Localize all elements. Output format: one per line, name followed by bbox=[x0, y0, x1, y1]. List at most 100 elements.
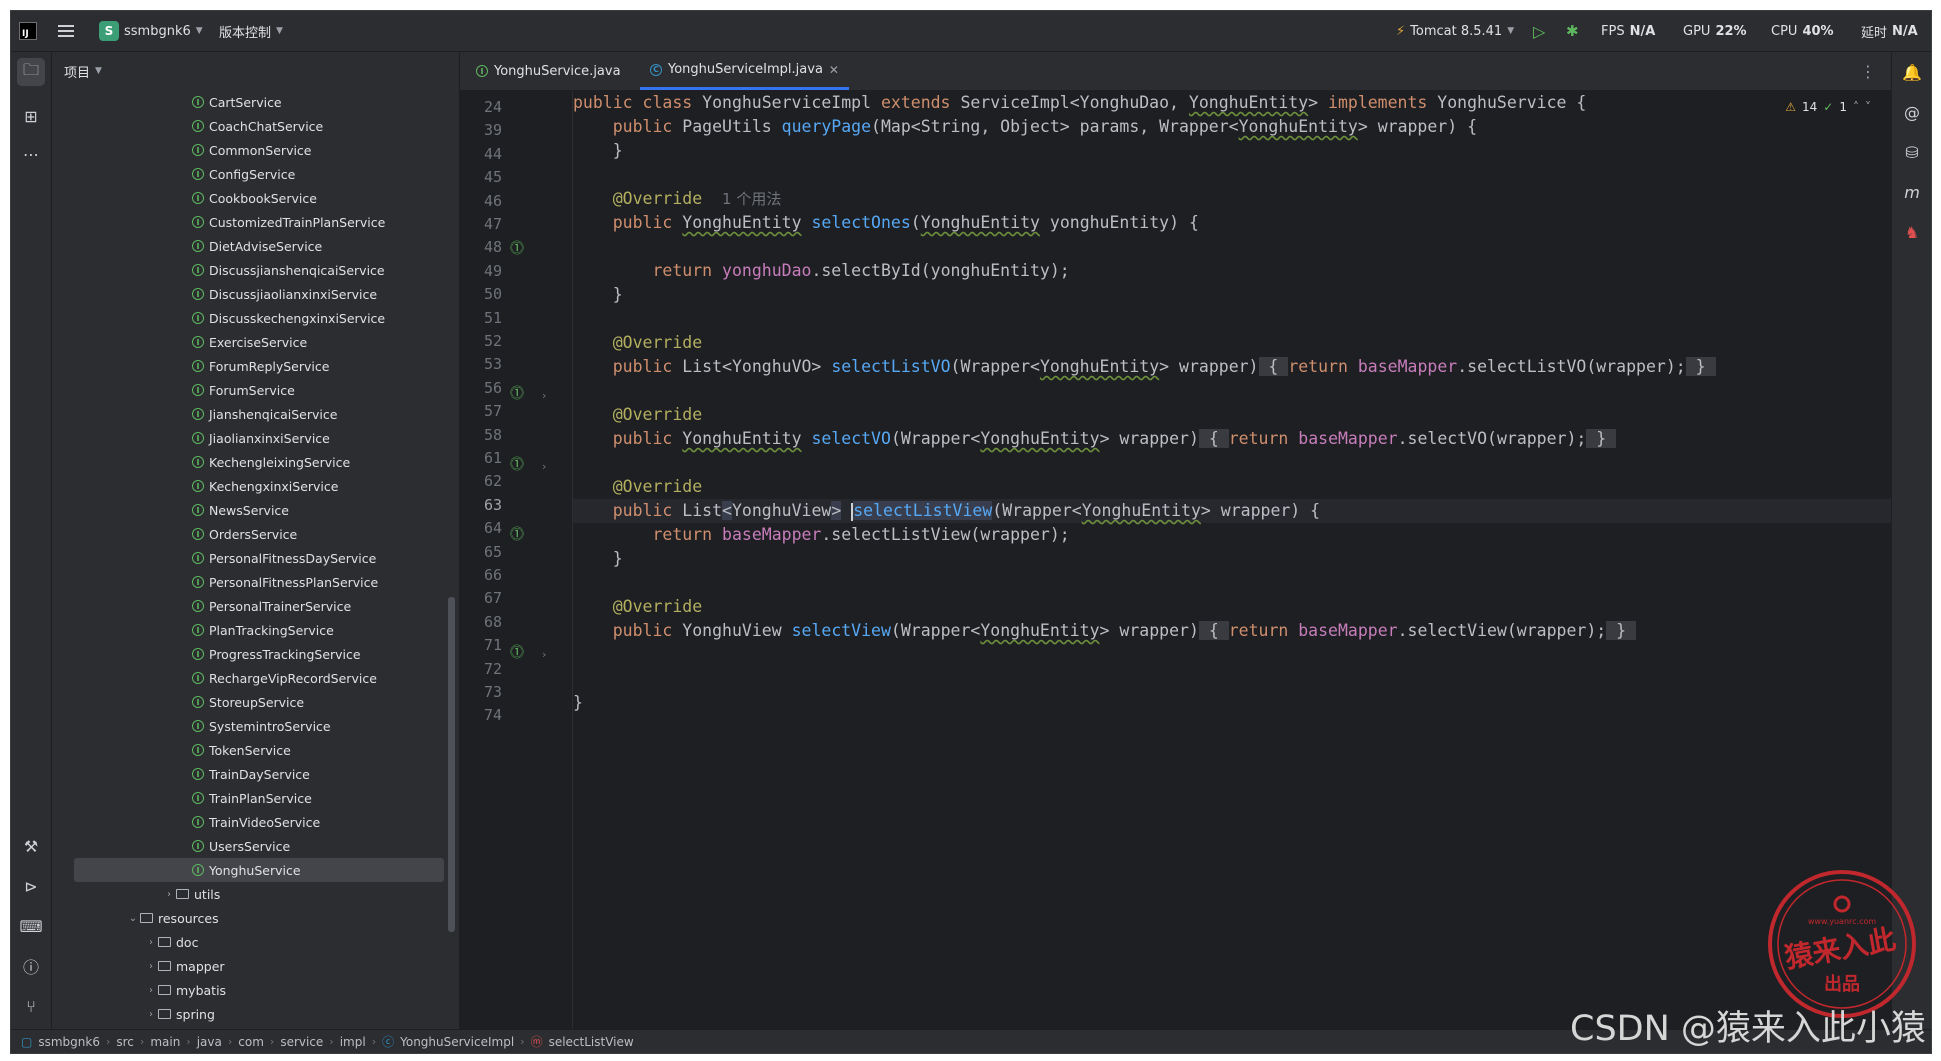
tree-item-service[interactable]: I CommonService bbox=[52, 138, 452, 162]
vcs-menu[interactable]: 版本控制 ▼ bbox=[219, 11, 283, 51]
project-panel-header[interactable]: 项目 ▼ bbox=[52, 52, 459, 90]
implements-marker-icon[interactable]: ⓵ bbox=[510, 527, 526, 543]
tree-folder-utils[interactable]: › utils bbox=[52, 882, 452, 906]
tree-item-service[interactable]: I JianshenqicaiService bbox=[52, 402, 452, 426]
project-switcher[interactable]: S ssmbgnk6 ▼ bbox=[99, 11, 203, 51]
tree-item-service[interactable]: I KechengleixingService bbox=[52, 450, 452, 474]
fold-chevron-icon[interactable]: › bbox=[542, 460, 546, 473]
run-button[interactable]: ▷ bbox=[1533, 11, 1545, 51]
breadcrumb-item[interactable]: main bbox=[150, 1035, 180, 1049]
debug-button[interactable]: ✱ bbox=[1566, 11, 1579, 51]
database-button[interactable]: ⛁ bbox=[1898, 138, 1926, 166]
tree-item-service[interactable]: I UsersService bbox=[52, 834, 452, 858]
line-number: 24 bbox=[483, 98, 502, 116]
breadcrumb-item[interactable]: service bbox=[280, 1035, 323, 1049]
project-scrollbar[interactable] bbox=[448, 597, 455, 932]
tree-item-service[interactable]: I CustomizedTrainPlanService bbox=[52, 210, 452, 234]
tree-item-service[interactable]: I ConfigService bbox=[52, 162, 452, 186]
terminal-tool-button[interactable]: ⌨ bbox=[17, 912, 45, 940]
tree-item-service[interactable]: I DiscusskechengxinxiService bbox=[52, 306, 452, 330]
tree-item-service[interactable]: I JiaolianxinxiService bbox=[52, 426, 452, 450]
fold-chevron-icon[interactable]: › bbox=[542, 389, 546, 402]
code-area[interactable]: public class YonghuServiceImpl extends S… bbox=[573, 91, 1891, 1029]
breadcrumb-item[interactable]: src bbox=[116, 1035, 134, 1049]
tree-folder-mapper[interactable]: › mapper bbox=[52, 954, 452, 978]
bell-icon: 🔔 bbox=[1902, 62, 1922, 82]
tree-item-service[interactable]: I StoreupService bbox=[52, 690, 452, 714]
tree-item-label: DiscussjianshenqicaiService bbox=[209, 262, 385, 278]
breadcrumb-item[interactable]: java bbox=[197, 1035, 222, 1049]
interface-icon: I bbox=[476, 65, 488, 77]
implements-marker-icon[interactable]: ⓵ bbox=[510, 645, 526, 661]
cpu-label: CPU bbox=[1771, 23, 1798, 39]
breadcrumb-item[interactable]: com bbox=[238, 1035, 264, 1049]
problems-tool-button[interactable]: ⓘ bbox=[17, 952, 45, 980]
tree-item-service[interactable]: I ForumReplyService bbox=[52, 354, 452, 378]
maven-button[interactable]: m bbox=[1898, 178, 1926, 206]
tree-item-service[interactable]: I TrainDayService bbox=[52, 762, 452, 786]
git-tool-button[interactable]: ⑂ bbox=[17, 992, 45, 1020]
chevron-down-icon: ▼ bbox=[195, 26, 203, 36]
tree-item-service[interactable]: I ProgressTrackingService bbox=[52, 642, 452, 666]
implements-marker-icon[interactable]: ⓵ bbox=[510, 386, 526, 402]
stamp-sub-text: 出品 bbox=[1824, 973, 1860, 995]
build-tool-button[interactable]: ⚒ bbox=[17, 832, 45, 860]
tab-yonghuserviceimpl[interactable]: C YonghuServiceImpl.java ✕ bbox=[640, 52, 849, 90]
tree-item-service[interactable]: I YonghuService bbox=[74, 858, 444, 882]
project-tool-button[interactable]: 🗀 bbox=[17, 58, 45, 86]
tree-item-service[interactable]: I CookbookService bbox=[52, 186, 452, 210]
tree-item-service[interactable]: I CartService bbox=[52, 90, 452, 114]
interface-icon: I bbox=[192, 288, 204, 300]
fold-chevron-icon[interactable]: › bbox=[542, 648, 546, 661]
run-config-selector[interactable]: ⚡ Tomcat 8.5.41 ▼ bbox=[1396, 11, 1514, 51]
tree-item-service[interactable]: I PersonalTrainerService bbox=[52, 594, 452, 618]
main-menu-button[interactable] bbox=[58, 11, 74, 51]
tree-item-service[interactable]: I CoachChatService bbox=[52, 114, 452, 138]
tree-item-service[interactable]: I NewsService bbox=[52, 498, 452, 522]
tree-item-service[interactable]: I SystemintroService bbox=[52, 714, 452, 738]
code-line: @Override bbox=[612, 477, 703, 496]
structure-tool-button[interactable]: ⊞ bbox=[17, 102, 45, 130]
breadcrumb-item[interactable]: selectListView bbox=[549, 1035, 634, 1049]
code-line: } bbox=[573, 285, 623, 304]
services-tool-button[interactable]: ⊳ bbox=[17, 872, 45, 900]
tree-item-service[interactable]: I TrainPlanService bbox=[52, 786, 452, 810]
tree-item-service[interactable]: I OrdersService bbox=[52, 522, 452, 546]
left-tool-strip: 🗀 ⊞ ⋯ ⚒ ⊳ ⌨ ⓘ ⑂ bbox=[11, 52, 52, 1029]
tree-item-service[interactable]: I PlanTrackingService bbox=[52, 618, 452, 642]
ai-assistant-button[interactable]: @ bbox=[1898, 98, 1926, 126]
tree-folder-doc[interactable]: › doc bbox=[52, 930, 452, 954]
tree-item-service[interactable]: I RechargeVipRecordService bbox=[52, 666, 452, 690]
more-tools-button[interactable]: ⋯ bbox=[17, 140, 45, 168]
tree-item-service[interactable]: I ForumService bbox=[52, 378, 452, 402]
tree-folder-mybatis[interactable]: › mybatis bbox=[52, 978, 452, 1002]
close-icon[interactable]: ✕ bbox=[829, 63, 839, 77]
tab-yonghuservice[interactable]: I YonghuService.java bbox=[476, 52, 621, 90]
app-logo-icon[interactable]: IJ bbox=[19, 11, 37, 51]
code-line: } bbox=[573, 141, 623, 160]
tab-options-button[interactable]: ⋮ bbox=[1860, 52, 1876, 90]
implements-marker-icon[interactable]: ⓵ bbox=[510, 241, 526, 257]
usage-hint[interactable]: 1 个用法 bbox=[722, 190, 781, 208]
tree-item-service[interactable]: I DiscussjiaolianxinxiService bbox=[52, 282, 452, 306]
breadcrumb-item[interactable]: ssmbgnk6 bbox=[38, 1035, 100, 1049]
tree-item-service[interactable]: I DiscussjianshenqicaiService bbox=[52, 258, 452, 282]
breadcrumb-item[interactable]: impl bbox=[340, 1035, 366, 1049]
tree-folder-spring[interactable]: › spring bbox=[52, 1002, 452, 1026]
stamp-main-text: 猿来入此 bbox=[1781, 923, 1898, 975]
tree-item-service[interactable]: I PersonalFitnessDayService bbox=[52, 546, 452, 570]
line-number: 61 bbox=[483, 449, 502, 467]
line-number: 73 bbox=[483, 683, 502, 701]
tree-item-label: JiaolianxinxiService bbox=[209, 430, 330, 446]
breadcrumb-item[interactable]: YonghuServiceImpl bbox=[400, 1035, 514, 1049]
tree-item-service[interactable]: I DietAdviseService bbox=[52, 234, 452, 258]
tree-item-service[interactable]: I ExerciseService bbox=[52, 330, 452, 354]
tree-item-service[interactable]: I PersonalFitnessPlanService bbox=[52, 570, 452, 594]
tree-item-service[interactable]: I KechengxinxiService bbox=[52, 474, 452, 498]
tree-item-service[interactable]: I TokenService bbox=[52, 738, 452, 762]
tree-folder-resources[interactable]: ⌄ resources bbox=[52, 906, 452, 930]
plugin-button[interactable]: ♞ bbox=[1898, 218, 1926, 246]
implements-marker-icon[interactable]: ⓵ bbox=[510, 457, 526, 473]
notifications-button[interactable]: 🔔 bbox=[1898, 58, 1926, 86]
tree-item-service[interactable]: I TrainVideoService bbox=[52, 810, 452, 834]
